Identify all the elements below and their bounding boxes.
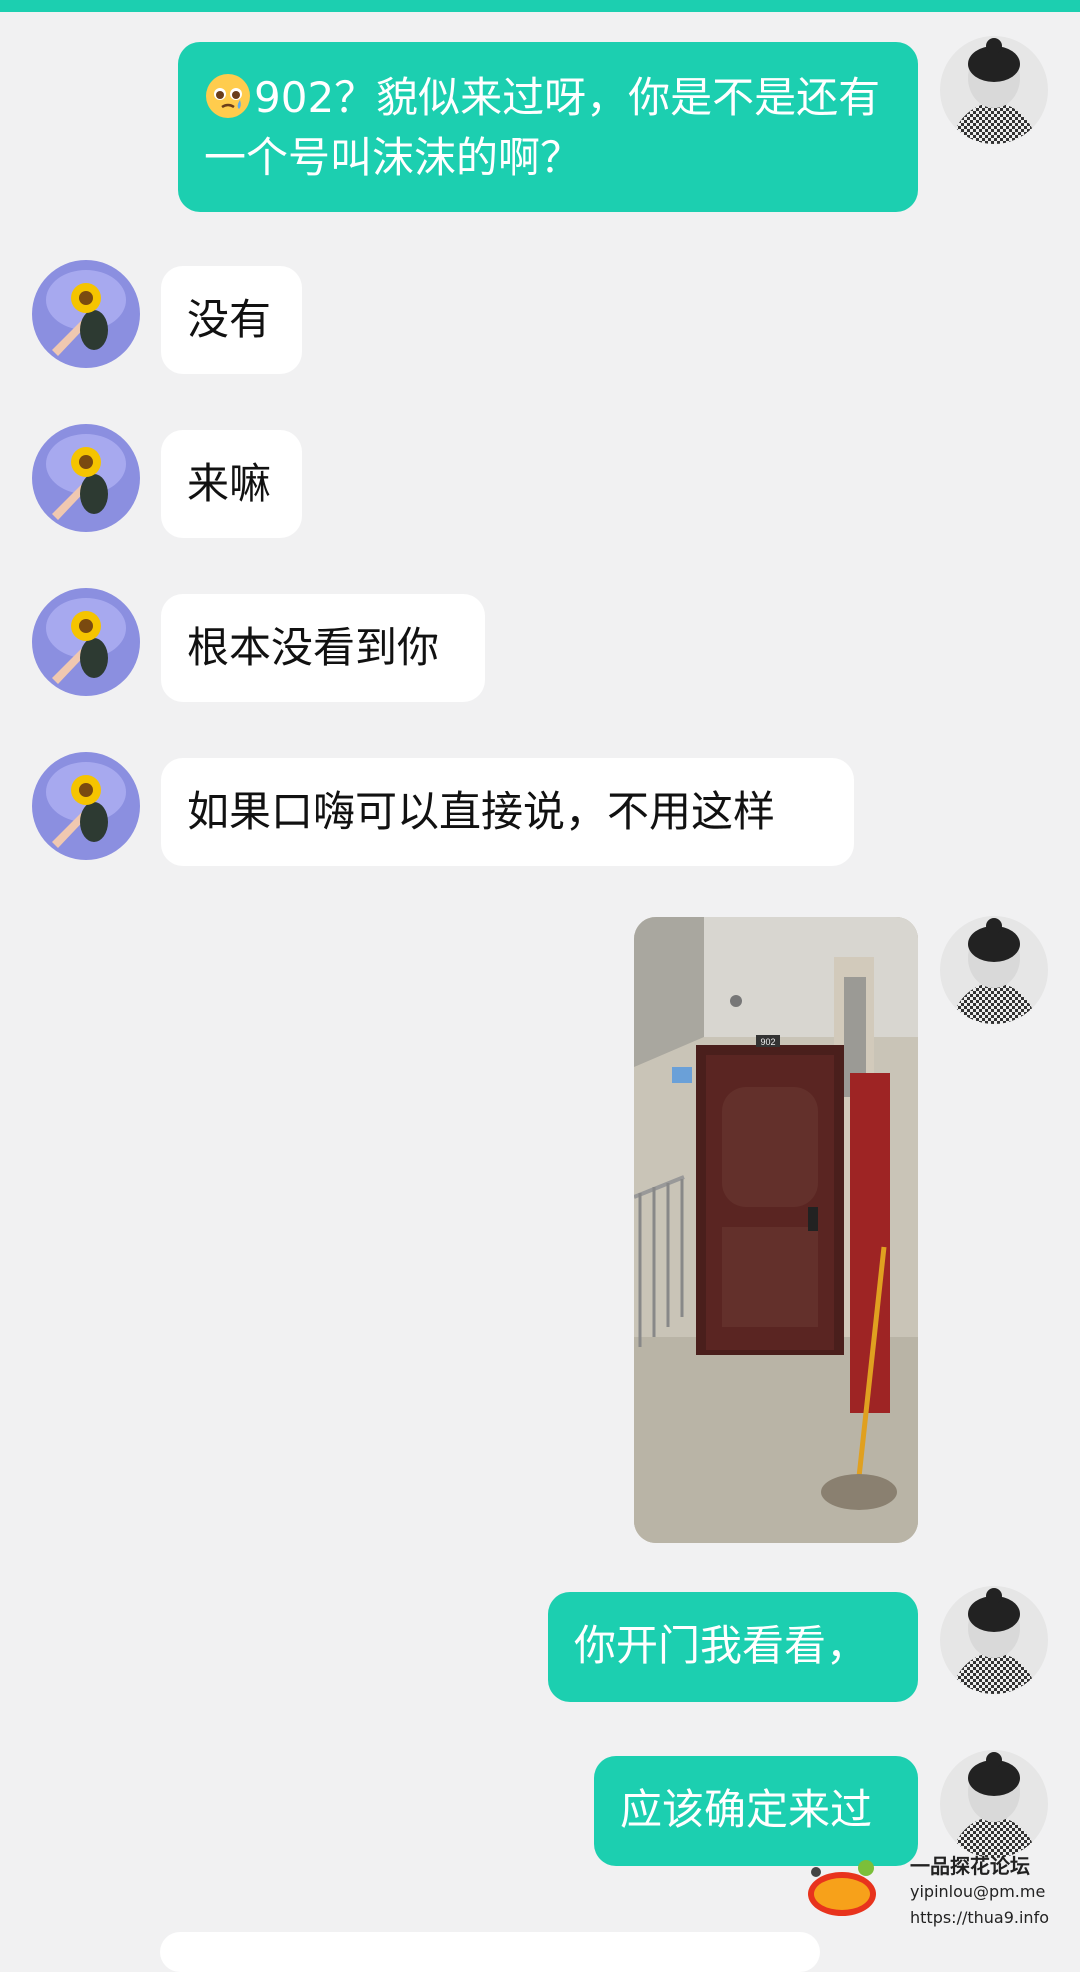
contact-avatar[interactable] (32, 752, 140, 860)
watermark-title: 一品探花论坛 (910, 1854, 1030, 1878)
message-bubble-incoming[interactable]: 根本没看到你 (161, 594, 485, 702)
message-text: 你开门我看看， (574, 1621, 869, 1670)
message-text: 应该确定来过 (620, 1785, 873, 1834)
my-avatar[interactable] (940, 36, 1048, 144)
pleading-face-icon (206, 74, 250, 118)
contact-avatar[interactable] (32, 260, 140, 368)
message-text: 902？貌似来过呀，你是不是还有一个号叫沫沫的啊？ (204, 73, 881, 182)
watermark-email: yipinlou@pm.me (910, 1882, 1046, 1901)
top-accent-bar (0, 0, 1080, 12)
forum-logo-icon (808, 1860, 876, 1916)
watermark: 一品探花论坛 yipinlou@pm.me https://thua9.info (806, 1850, 1066, 1944)
message-bubble-incoming[interactable]: 如果口嗨可以直接说，不用这样 (161, 758, 854, 866)
contact-avatar[interactable] (32, 588, 140, 696)
watermark-url: https://thua9.info (910, 1908, 1049, 1927)
message-bubble-incoming[interactable]: 来嘛 (161, 430, 302, 538)
message-bubble-outgoing[interactable]: 你开门我看看， (548, 1592, 918, 1702)
bottom-partial-bubble (160, 1932, 820, 1972)
contact-avatar[interactable] (32, 424, 140, 532)
message-text: 没有 (187, 295, 272, 344)
message-text: 如果口嗨可以直接说，不用这样 (187, 787, 776, 836)
my-avatar[interactable] (940, 916, 1048, 1024)
message-text: 根本没看到你 (187, 623, 440, 672)
image-message[interactable]: 902 (634, 917, 918, 1543)
message-bubble-outgoing[interactable]: 902？貌似来过呀，你是不是还有一个号叫沫沫的啊？ (178, 42, 918, 212)
my-avatar[interactable] (940, 1586, 1048, 1694)
my-avatar[interactable] (940, 1750, 1048, 1858)
message-text: 来嘛 (187, 459, 272, 508)
door-number: 902 (760, 1037, 775, 1047)
message-bubble-incoming[interactable]: 没有 (161, 266, 302, 374)
